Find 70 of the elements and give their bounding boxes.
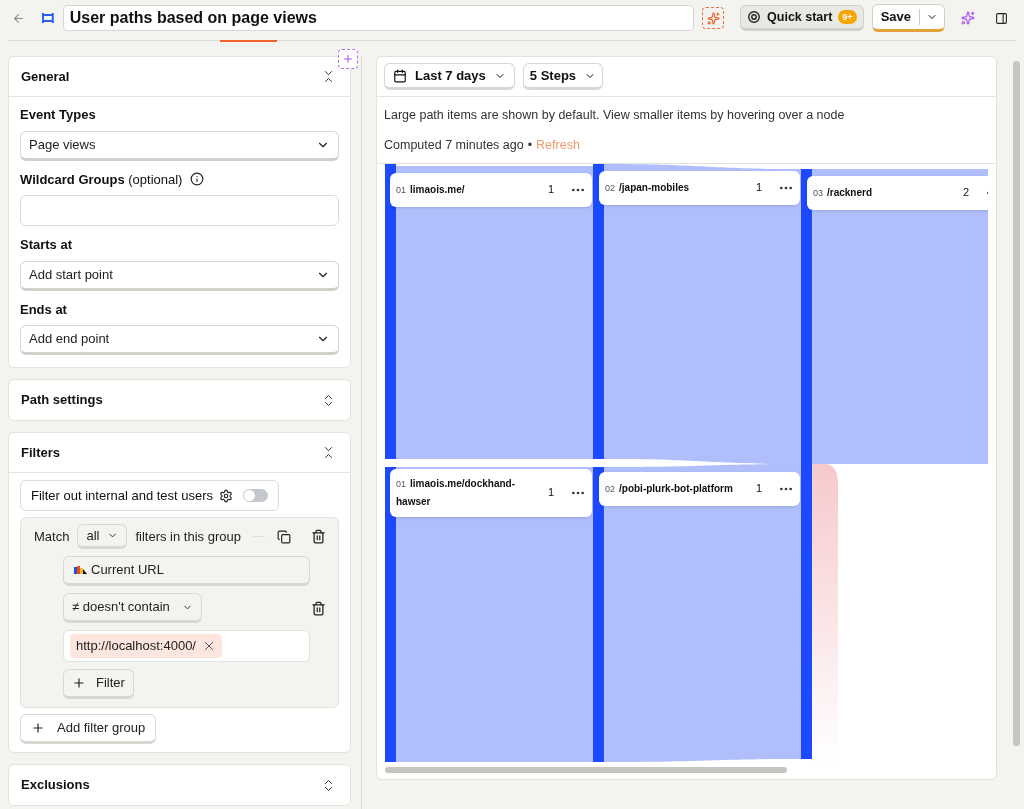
toggle-label: Filter out internal and test users [31,486,214,505]
node-count: 2 [962,185,969,201]
property-select[interactable]: Current URL [63,556,310,586]
field-label: Wildcard Groups (optional) [20,170,183,189]
match-select[interactable]: all [77,524,128,549]
info-icon[interactable] [190,172,205,187]
bars-icon [74,566,87,574]
add-filter-button[interactable]: Filter [63,669,134,699]
quick-start-button[interactable]: Quick start 9+ [740,5,864,31]
node-label: 01 limaois.me/dockhand-hawser [396,476,517,509]
node-label: 02 /japan-mobiles [605,180,691,195]
tab-indicator [220,40,277,42]
trash-icon[interactable] [311,600,326,616]
steps-select[interactable]: 5 Steps [522,63,604,90]
field-label: Starts at [20,236,74,254]
calendar-icon [393,68,407,83]
event-type-select[interactable]: Page views [20,130,339,161]
path-node[interactable]: 03 /racknerd 2 [807,175,988,210]
path-node[interactable]: 02 /pobi-plurk-bot-platform 1 [599,471,800,506]
settings-icon[interactable] [219,488,234,503]
node-label: 02 /pobi-plurk-bot-platform [605,481,734,496]
side-panel-icon[interactable] [995,11,1008,25]
node-count: 1 [547,485,554,501]
plus-icon [31,721,45,735]
save-button[interactable]: Save [872,9,920,25]
operator-select[interactable]: ≠ doesn't contain [63,593,202,623]
sparkle-icon [706,11,720,25]
wildcard-input[interactable] [20,195,339,226]
node-count: 1 [755,180,762,196]
save-button-group[interactable]: Save [871,4,945,32]
add-filter-group-button[interactable]: Add filter group [20,714,157,744]
start-point-select[interactable]: Add start point [20,260,339,291]
paths-icon [41,11,55,25]
node-count: 1 [547,182,554,198]
section-title: Path settings [21,391,103,410]
computed-text: Computed 7 minutes ago [384,136,524,154]
info-text: Large path items are shown by default. View smaller items by hovering over a node [384,107,846,124]
target-icon [747,10,762,24]
section-title: Filters [21,443,60,462]
path-node[interactable]: 01 limaois.me/dockhand-hawser 1 [390,468,592,517]
match-label: Match [34,527,70,546]
sparkle-button[interactable] [702,7,725,29]
match-suffix: filters in this group [135,527,241,546]
node-label: 03 /racknerd [813,185,874,200]
end-point-select[interactable]: Add end point [20,325,339,355]
title-field[interactable]: User paths based on page views [62,5,695,31]
node-label: 01 limaois.me/ [396,182,466,197]
section-title: Exclusions [21,776,90,795]
vertical-scrollbar[interactable] [1013,61,1020,746]
copy-icon[interactable] [277,529,291,544]
back-icon[interactable] [12,11,25,25]
notification-badge: 9+ [838,10,857,24]
plus-icon [342,53,354,65]
field-label: Ends at [20,300,68,319]
toggle-switch[interactable] [243,489,269,502]
path-node[interactable]: 02 /japan-mobiles 1 [599,170,800,205]
sparkle-icon[interactable] [961,11,975,25]
trash-icon[interactable] [311,529,326,544]
add-button[interactable] [338,49,358,69]
horizontal-scrollbar[interactable] [385,766,787,773]
path-node[interactable]: 01 limaois.me/ 1 [390,172,592,207]
value-chip[interactable]: http://localhost:4000/ [70,634,222,658]
section-title: General [21,67,70,86]
field-label: Event Types [20,106,97,124]
date-range-select[interactable]: Last 7 days [384,63,515,90]
node-count: 1 [755,481,762,497]
close-icon[interactable] [202,639,216,653]
plus-icon [72,676,86,690]
separator-dot: • [527,136,533,154]
value-input[interactable]: http://localhost:4000/ [63,630,310,662]
